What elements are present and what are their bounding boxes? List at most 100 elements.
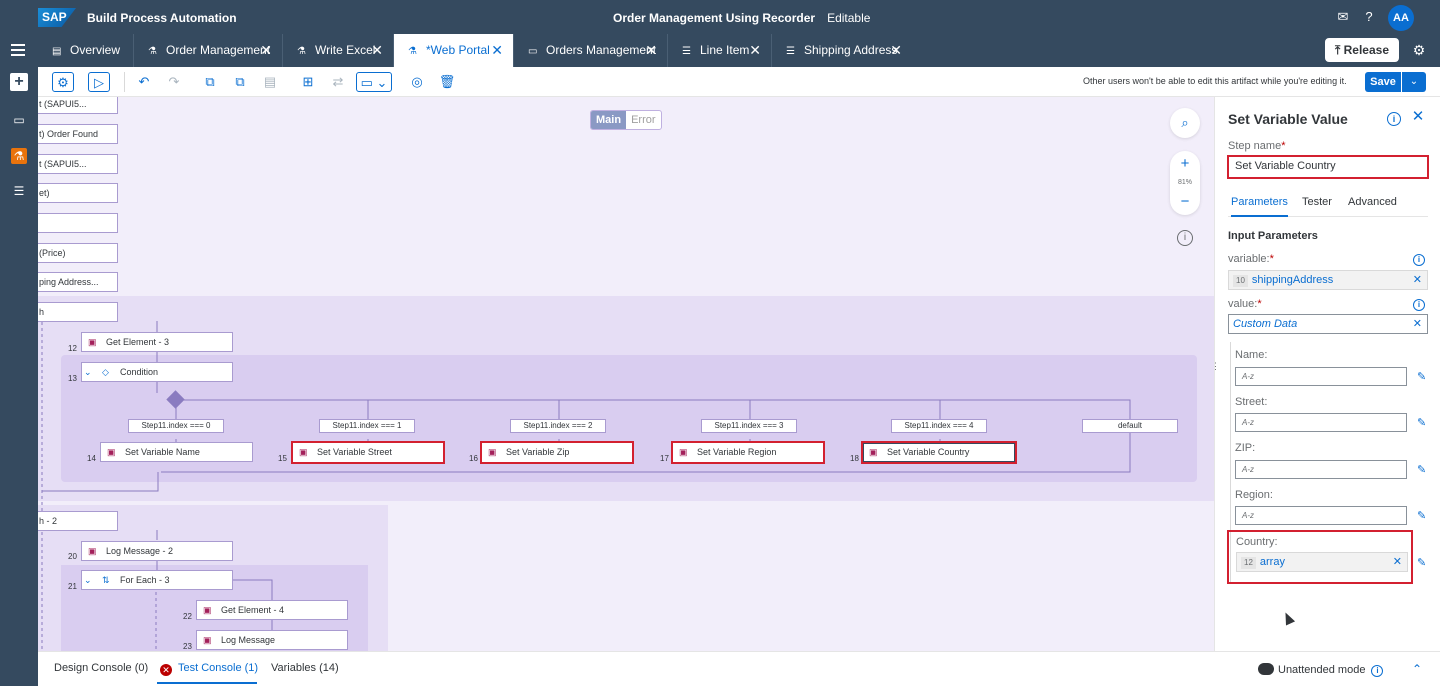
save-button[interactable]: Save	[1365, 72, 1401, 92]
undo-icon[interactable]: ↶	[133, 72, 155, 92]
tab-parameters[interactable]: Parameters	[1231, 195, 1288, 217]
condition-branch[interactable]: Step11.index === 2	[510, 419, 606, 433]
clear-icon[interactable]: ✕	[1413, 271, 1422, 289]
info-icon[interactable]: i	[1413, 299, 1425, 311]
settings-gear-icon[interactable]: ⚙	[1411, 42, 1427, 58]
step-get-element-4[interactable]: ▣ Get Element - 4	[196, 600, 348, 620]
chevron-up-icon[interactable]: ⌃	[1412, 662, 1422, 676]
condition-branch[interactable]: Step11.index === 4	[891, 419, 987, 433]
edit-pen-icon[interactable]: ✎	[1417, 510, 1429, 522]
step-set-variable-name[interactable]: ▣ Set Variable Name	[100, 442, 253, 462]
step-condition[interactable]: ⌄ ◇ Condition	[81, 362, 233, 382]
debug-icon[interactable]: ⚙	[52, 72, 74, 92]
copy-icon[interactable]: ⧉	[199, 72, 221, 92]
tab-write-excel[interactable]: ⚗ Write Excel ✕	[283, 34, 394, 67]
chevron-down-icon[interactable]: ⌄	[84, 571, 96, 589]
flow-node[interactable]: t (SAPUI5...	[38, 154, 118, 174]
step-set-variable-country[interactable]: ▣ Set Variable Country	[861, 441, 1017, 464]
list-icon[interactable]: ☰	[11, 183, 27, 199]
tab-order-management[interactable]: ⚗ Order Management ✕	[134, 34, 283, 67]
flow-node[interactable]: t) Order Found	[38, 124, 118, 144]
flow-node[interactable]	[38, 213, 118, 233]
step-set-variable-region[interactable]: ▣ Set Variable Region	[671, 441, 825, 464]
tab-shipping-address[interactable]: ☰ Shipping Address ✕	[772, 34, 912, 67]
step-for-each-3[interactable]: ⌄ ⇅ For Each - 3	[81, 570, 233, 590]
tab-design-console[interactable]: Design Console (0)	[54, 662, 148, 674]
step-set-variable-street[interactable]: ▣ Set Variable Street	[291, 441, 445, 464]
condition-branch[interactable]: Step11.index === 0	[128, 419, 224, 433]
info-icon[interactable]: i	[1177, 230, 1193, 246]
menu-icon[interactable]	[11, 44, 25, 56]
monitor-icon[interactable]: ▭	[11, 112, 27, 128]
edit-pen-icon[interactable]: ✎	[1417, 371, 1429, 383]
close-icon[interactable]: ✕	[749, 34, 761, 67]
tab-overview[interactable]: ▤ Overview	[38, 34, 134, 67]
zoom-out-icon[interactable]: −	[1170, 193, 1200, 210]
unattended-mode[interactable]: Unattended mode i	[1258, 663, 1384, 677]
flow-node[interactable]: t (SAPUI5...	[38, 97, 118, 114]
delete-icon[interactable]: 🗑	[436, 72, 458, 92]
tab-test-console[interactable]: ✕ Test Console (1)	[160, 662, 258, 676]
info-icon[interactable]: i	[1387, 112, 1401, 126]
tab-tester[interactable]: Tester	[1302, 195, 1332, 209]
select-dropdown-icon[interactable]: ▭ ⌄	[356, 72, 392, 92]
name-input[interactable]: A-z	[1235, 367, 1407, 386]
tab-line-item[interactable]: ☰ Line Item ✕	[668, 34, 772, 67]
redo-icon[interactable]: ↷	[163, 72, 185, 92]
flow-node[interactable]: et)	[38, 183, 118, 203]
step-for-each-2[interactable]: h - 2	[38, 511, 118, 531]
close-icon[interactable]: ✕	[491, 34, 503, 67]
process-icon[interactable]: ⚗	[11, 148, 27, 164]
tab-orders-management[interactable]: ▭ Orders Management ✕	[514, 34, 668, 67]
tab-advanced[interactable]: Advanced	[1348, 195, 1397, 209]
info-icon[interactable]: i	[1413, 254, 1425, 266]
add-step-icon[interactable]: ⊞	[297, 72, 319, 92]
search-icon[interactable]: ⌕	[1170, 108, 1200, 138]
close-icon[interactable]: ✕	[890, 34, 902, 67]
condition-branch-default[interactable]: default	[1082, 419, 1178, 433]
condition-branch[interactable]: Step11.index === 1	[319, 419, 415, 433]
main-error-toggle[interactable]: Main Error	[590, 110, 662, 130]
close-icon[interactable]: ✕	[260, 34, 272, 67]
region-input[interactable]: A-z	[1235, 506, 1407, 525]
avatar[interactable]: AA	[1388, 5, 1414, 31]
duplicate-icon[interactable]: ⧉	[229, 72, 251, 92]
street-input[interactable]: A-z	[1235, 413, 1407, 432]
process-canvas[interactable]: Main Error ⌕ + 81% − i t (SAPUI5... t) O…	[38, 97, 1214, 651]
step-log-message-2[interactable]: ▣ Log Message - 2	[81, 541, 233, 561]
clear-icon[interactable]: ✕	[1393, 553, 1402, 571]
close-icon[interactable]: ✕	[1411, 109, 1425, 125]
feedback-icon[interactable]: ✉	[1335, 9, 1351, 25]
move-icon[interactable]: ⇄	[327, 72, 349, 92]
variable-field[interactable]: 10 shippingAddress ✕	[1228, 270, 1428, 290]
country-field[interactable]: 12 array ✕	[1236, 552, 1408, 572]
release-button[interactable]: ⤒ Release	[1325, 38, 1399, 62]
step-set-variable-zip[interactable]: ▣ Set Variable Zip	[480, 441, 634, 464]
chevron-down-icon[interactable]: ⌄	[1402, 72, 1426, 92]
paste-icon[interactable]: ▤	[259, 72, 281, 92]
run-icon[interactable]: ▷	[88, 72, 110, 92]
step-log-message[interactable]: ▣ Log Message	[196, 630, 348, 650]
view-error[interactable]: Error	[626, 111, 660, 129]
flow-node[interactable]: ping Address...	[38, 272, 118, 292]
tab-variables[interactable]: Variables (14)	[271, 662, 339, 674]
help-icon[interactable]: ?	[1361, 9, 1377, 25]
edit-pen-icon[interactable]: ✎	[1417, 417, 1429, 429]
tab-web-portal[interactable]: ⚗ *Web Portal ✕	[394, 34, 514, 67]
step-get-element-3[interactable]: ▣ Get Element - 3	[81, 332, 233, 352]
zoom-in-icon[interactable]: +	[1170, 155, 1200, 172]
add-icon[interactable]: +	[10, 73, 28, 91]
condition-branch[interactable]: Step11.index === 3	[701, 419, 797, 433]
flow-node[interactable]: h	[38, 302, 118, 322]
zip-input[interactable]: A-z	[1235, 460, 1407, 479]
edit-pen-icon[interactable]: ✎	[1417, 557, 1429, 569]
view-main[interactable]: Main	[591, 111, 627, 129]
close-icon[interactable]: ✕	[645, 34, 657, 67]
info-icon[interactable]: i	[1371, 665, 1384, 677]
value-field[interactable]: Custom Data ✕	[1228, 314, 1428, 334]
hide-icon[interactable]: ◎	[406, 72, 428, 92]
close-icon[interactable]: ✕	[371, 34, 383, 67]
chevron-down-icon[interactable]: ⌄	[84, 363, 96, 381]
step-name-input[interactable]: Set Variable Country	[1227, 155, 1429, 179]
flow-node[interactable]: (Price)	[38, 243, 118, 263]
